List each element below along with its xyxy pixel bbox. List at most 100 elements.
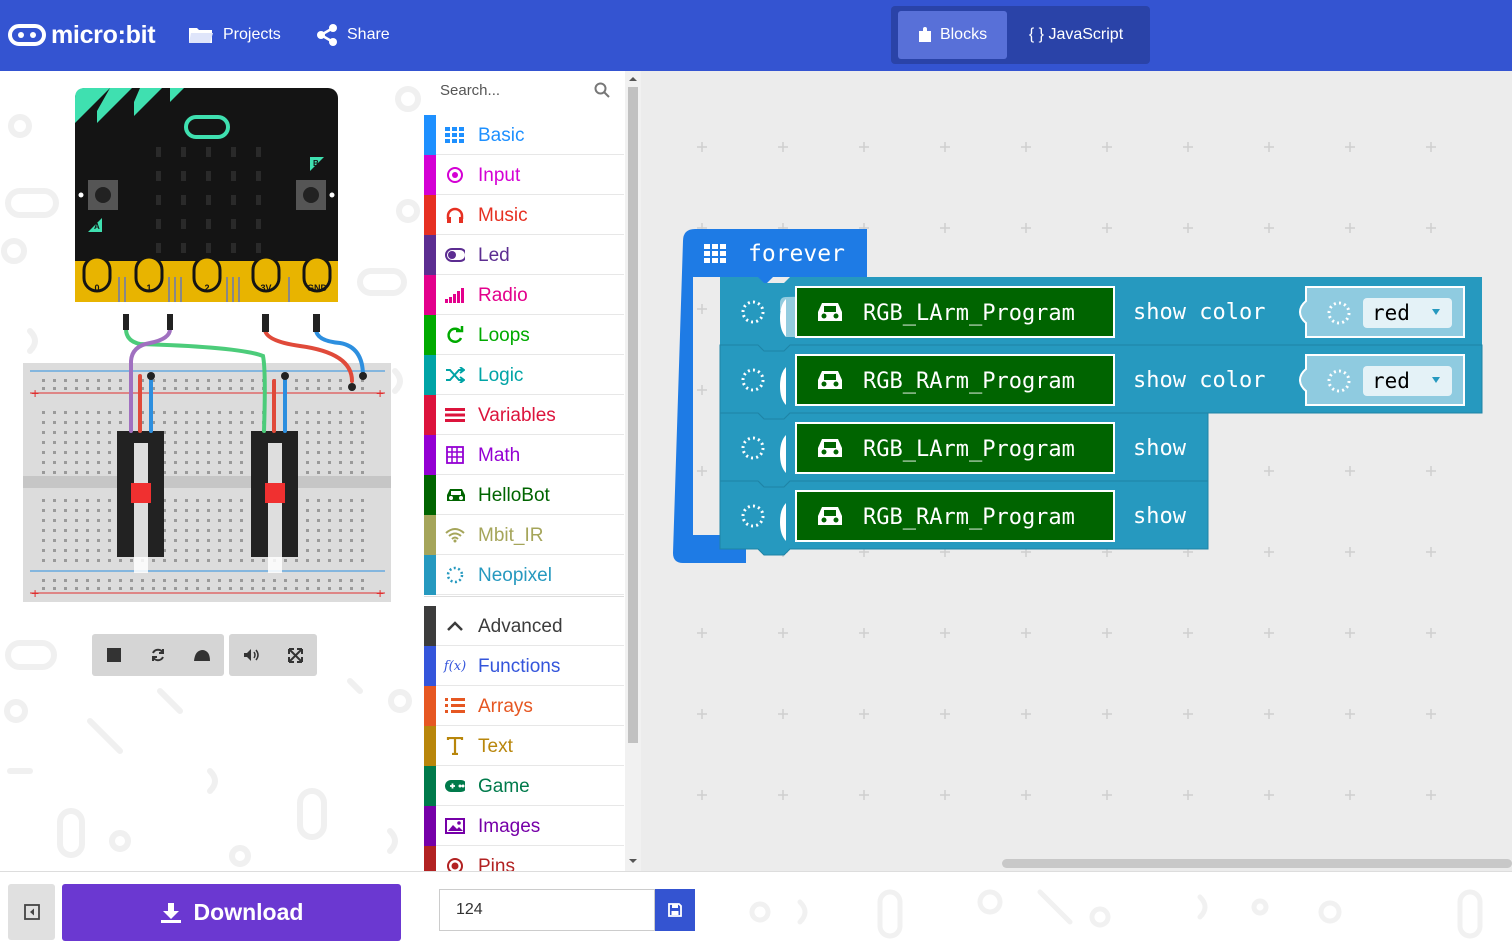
scroll-up-arrow-icon[interactable] xyxy=(625,73,641,85)
pin-label-gnd: GND xyxy=(307,283,328,293)
javascript-mode-button[interactable]: { } JavaScript xyxy=(1017,11,1135,59)
category-color-bar xyxy=(424,155,436,195)
toolbox-scrollbar[interactable] xyxy=(625,71,641,871)
category-color-bar xyxy=(424,235,436,275)
category-math[interactable]: Math xyxy=(424,435,624,475)
category-hellobot[interactable]: HelloBot xyxy=(424,475,624,515)
color-value-block-1[interactable]: red xyxy=(1298,286,1465,338)
color-value: red xyxy=(1372,369,1410,393)
category-advanced[interactable]: Advanced xyxy=(424,606,624,646)
stop-button[interactable] xyxy=(92,634,136,676)
action-label: show xyxy=(1133,504,1187,529)
svg-text:+: + xyxy=(31,385,39,401)
category-label: Logic xyxy=(478,365,524,386)
save-icon xyxy=(668,903,682,917)
function-icon: f(x) xyxy=(443,658,467,674)
toolbox-scroll-thumb[interactable] xyxy=(628,87,638,743)
category-color-bar xyxy=(424,435,436,475)
download-button[interactable]: Download xyxy=(62,884,401,941)
projects-label: Projects xyxy=(223,26,281,43)
category-variables[interactable]: Variables xyxy=(424,395,624,435)
blocks-workspace[interactable]: forever RGB_LArm_Program RGB_RArm_Progra… xyxy=(641,71,1512,871)
image-icon xyxy=(445,817,465,835)
simulator-main-controls xyxy=(92,634,224,676)
collapse-simulator-button[interactable] xyxy=(8,884,55,940)
workspace-horizontal-scrollbar[interactable] xyxy=(1002,859,1512,868)
object-name: RGB_RArm_Program xyxy=(863,505,1075,530)
category-images[interactable]: Images xyxy=(424,806,624,846)
projects-button[interactable]: Projects xyxy=(188,22,281,48)
category-color-bar xyxy=(424,606,436,646)
category-color-bar xyxy=(424,646,436,686)
category-label: Pins xyxy=(478,856,515,871)
search-icon[interactable] xyxy=(594,82,610,98)
category-color-bar xyxy=(424,355,436,395)
color-value-block-2[interactable]: red xyxy=(1298,354,1465,406)
grid-icon xyxy=(445,126,465,144)
category-pins[interactable]: Pins xyxy=(424,846,624,871)
category-label: Input xyxy=(478,165,521,186)
pin-label-2: 2 xyxy=(204,283,209,293)
category-color-bar xyxy=(424,555,436,595)
category-loops[interactable]: Loops xyxy=(424,315,624,355)
collapse-icon xyxy=(23,904,40,920)
category-music[interactable]: Music xyxy=(424,195,624,235)
pin-label-0: 0 xyxy=(94,283,99,293)
object-name: RGB_LArm_Program xyxy=(863,437,1075,462)
category-label: Text xyxy=(478,736,513,757)
scroll-down-arrow-icon[interactable] xyxy=(625,855,641,867)
category-game[interactable]: Game xyxy=(424,766,624,806)
category-label: Basic xyxy=(478,125,525,146)
mute-button[interactable] xyxy=(229,634,273,676)
category-label: Arrays xyxy=(478,696,533,717)
category-text[interactable]: Text xyxy=(424,726,624,766)
fullscreen-icon xyxy=(287,647,303,663)
mute-icon xyxy=(244,649,259,661)
shuffle-icon xyxy=(445,366,465,384)
category-led[interactable]: Led xyxy=(424,235,624,275)
slowmo-icon xyxy=(194,650,210,661)
signal-icon xyxy=(445,286,465,304)
category-color-bar xyxy=(424,806,436,846)
category-color-bar xyxy=(424,686,436,726)
category-radio[interactable]: Radio xyxy=(424,275,624,315)
toolbox-search[interactable]: Search... xyxy=(424,71,625,111)
category-color-bar xyxy=(424,275,436,315)
simulator-extra-controls xyxy=(229,634,317,676)
category-label: Radio xyxy=(478,285,528,306)
stop-icon xyxy=(107,648,121,662)
category-logic[interactable]: Logic xyxy=(424,355,624,395)
blocks-mode-button[interactable]: Blocks xyxy=(898,11,1007,59)
share-button[interactable]: Share xyxy=(316,22,390,48)
calculator-icon xyxy=(445,446,465,464)
loop-icon xyxy=(445,326,465,344)
action-label: show color xyxy=(1133,300,1265,325)
car-icon xyxy=(445,486,465,504)
button-b-marker: B xyxy=(313,159,319,168)
javascript-mode-label: { } JavaScript xyxy=(1028,26,1124,43)
category-mbit-ir[interactable]: Mbit_IR xyxy=(424,515,624,555)
category-basic[interactable]: Basic xyxy=(424,115,624,155)
blocks-mode-label: Blocks xyxy=(939,26,988,43)
project-name-input[interactable] xyxy=(439,889,655,931)
category-label: Led xyxy=(478,245,510,266)
category-functions[interactable]: f(x) Functions xyxy=(424,646,624,686)
category-arrays[interactable]: Arrays xyxy=(424,686,624,726)
category-label: Math xyxy=(478,445,521,466)
target-icon xyxy=(445,166,465,184)
category-label: Mbit_IR xyxy=(478,525,544,546)
microbit-logo[interactable]: micro:bit xyxy=(8,19,156,51)
slow-motion-button[interactable] xyxy=(180,634,224,676)
fullscreen-button[interactable] xyxy=(273,634,317,676)
pin-label-3v: 3V xyxy=(260,283,271,293)
grid-icon xyxy=(704,244,726,263)
save-button[interactable] xyxy=(655,889,695,931)
category-input[interactable]: Input xyxy=(424,155,624,195)
search-placeholder: Search... xyxy=(440,82,501,99)
car-icon xyxy=(818,507,842,525)
restart-icon xyxy=(152,648,164,662)
category-color-bar xyxy=(424,315,436,355)
lines-icon xyxy=(445,406,465,424)
category-neopixel[interactable]: Neopixel xyxy=(424,555,624,595)
restart-button[interactable] xyxy=(136,634,180,676)
